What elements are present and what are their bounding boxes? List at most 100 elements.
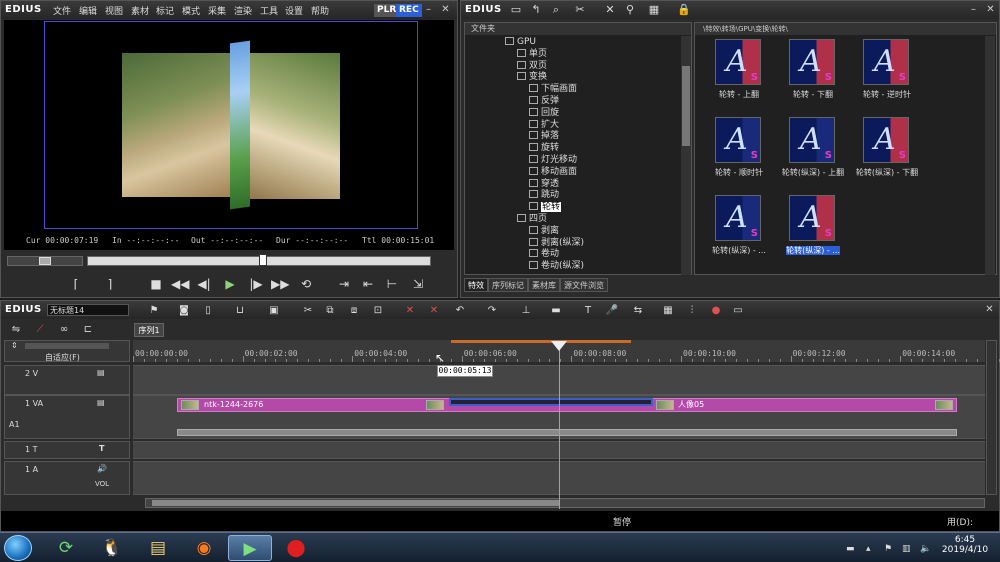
next-frame-icon[interactable]: |▶: [247, 276, 265, 292]
tab-effects[interactable]: 特效: [464, 278, 488, 292]
menu-tools[interactable]: 工具: [260, 4, 278, 17]
menu-view[interactable]: 视图: [105, 4, 123, 17]
tree-item[interactable]: 四页: [517, 214, 547, 225]
close-icon[interactable]: ✕: [984, 4, 997, 17]
new-file-icon[interactable]: ▯: [201, 304, 215, 317]
position-thumb[interactable]: [259, 254, 267, 266]
track-toggle-icon[interactable]: ▤: [97, 398, 105, 407]
tree-scroll-thumb[interactable]: [682, 66, 690, 146]
new-sequence-icon[interactable]: ⚑: [147, 304, 161, 317]
up-folder-icon[interactable]: ↰: [529, 3, 543, 17]
paste-icon[interactable]: ⧈: [347, 304, 361, 317]
title-track-icon[interactable]: T: [99, 444, 104, 453]
tree-item[interactable]: 掉落: [529, 131, 559, 142]
set-out-icon[interactable]: ⌉: [101, 276, 119, 292]
tab-sequence-1[interactable]: 序列1: [134, 323, 164, 337]
insert-icon[interactable]: ⇥: [335, 276, 353, 292]
rec-button[interactable]: REC: [396, 4, 422, 17]
auto-fit-label[interactable]: 自适应(F): [45, 352, 80, 363]
shuttle-thumb[interactable]: [39, 257, 51, 265]
track-mode-icon[interactable]: ⇋: [9, 323, 23, 336]
start-button-icon[interactable]: [4, 535, 32, 561]
folder-icon[interactable]: ▭: [509, 3, 523, 17]
tray-volume-icon[interactable]: 🔈: [920, 544, 931, 554]
cut-icon[interactable]: ✂: [573, 3, 587, 17]
audio-patch-icon[interactable]: A1: [9, 420, 20, 429]
track-toggle-icon[interactable]: ▤: [97, 368, 105, 377]
taskbar-refresh-app[interactable]: ⟳: [44, 535, 88, 561]
tab-source-browser[interactable]: 源文件浏览: [560, 278, 608, 292]
speaker-icon[interactable]: 🔊: [97, 464, 107, 473]
hscroll-thumb[interactable]: [152, 500, 560, 506]
tray-network-icon[interactable]: ▥: [902, 544, 911, 554]
taskbar-explorer[interactable]: ▤: [136, 535, 180, 561]
minimize-icon[interactable]: –: [422, 4, 435, 17]
tray-arrow-icon[interactable]: ▴: [866, 544, 871, 554]
export-icon[interactable]: ⇆: [631, 304, 645, 317]
redo-icon[interactable]: ↷: [485, 304, 499, 317]
clock[interactable]: 6:45 2019/4/10: [938, 535, 992, 555]
minimize-icon[interactable]: –: [967, 4, 980, 17]
properties-icon[interactable]: ⚲: [623, 3, 637, 17]
scrub-bar[interactable]: [7, 254, 453, 268]
tree-item[interactable]: 剥离: [529, 225, 559, 237]
tree-item[interactable]: 卷动(纵深): [529, 261, 584, 272]
output-icon[interactable]: ⇲: [409, 276, 427, 292]
delete-icon[interactable]: ✕: [403, 304, 417, 317]
menu-edit[interactable]: 编辑: [79, 4, 97, 17]
tree-item[interactable]: 卷动: [529, 249, 559, 260]
menu-settings[interactable]: 设置: [285, 4, 303, 17]
menu-capture[interactable]: 采集: [208, 4, 226, 17]
cut-icon[interactable]: ✂: [301, 304, 315, 317]
effect-item[interactable]: A S 轮转(纵深) - ...: [703, 195, 775, 269]
layout-icon[interactable]: ▭: [731, 304, 745, 317]
effect-item[interactable]: A S 轮转 - 上翻: [703, 39, 775, 113]
microphone-icon[interactable]: 🎤: [605, 304, 619, 317]
copy-icon[interactable]: ⧉: [323, 304, 337, 317]
rewind-icon[interactable]: ◀◀: [171, 276, 189, 292]
close-icon[interactable]: ✕: [983, 304, 996, 317]
set-in-icon[interactable]: ⌈: [67, 276, 85, 292]
menu-mode[interactable]: 模式: [182, 4, 200, 17]
undo-icon[interactable]: ↶: [453, 304, 467, 317]
ripple-icon[interactable]: ⟋: [33, 323, 47, 336]
audio-clip-bar[interactable]: [177, 429, 957, 436]
volume-label[interactable]: VOL: [95, 480, 109, 488]
delete-icon[interactable]: ✕: [603, 3, 617, 17]
taskbar-recorder[interactable]: ⬤: [274, 535, 318, 561]
replace-icon[interactable]: ⊡: [371, 304, 385, 317]
tree-item[interactable]: 轮转: [529, 202, 562, 213]
link-icon[interactable]: ∞: [57, 323, 71, 336]
text-tool-icon[interactable]: T: [581, 304, 595, 317]
menu-file[interactable]: 文件: [53, 4, 71, 17]
effect-item[interactable]: A S 轮转(纵深) - 下翻: [851, 117, 923, 191]
menu-render[interactable]: 渲染: [234, 4, 252, 17]
tree-item[interactable]: 旋转: [529, 143, 559, 154]
tray-flag-icon[interactable]: ⚑: [884, 544, 892, 554]
tree-item[interactable]: 单页: [517, 48, 547, 60]
tree-item[interactable]: 灯光移动: [529, 155, 577, 166]
mixer-icon[interactable]: ⫶: [685, 304, 699, 317]
ripple-delete-icon[interactable]: ✕: [427, 304, 441, 317]
capture-icon[interactable]: ◙: [177, 304, 191, 317]
trim-icon[interactable]: ⊢: [383, 276, 401, 292]
fast-forward-icon[interactable]: ▶▶: [271, 276, 289, 292]
loop-icon[interactable]: ⟲: [297, 276, 315, 292]
tree-item[interactable]: 反弹: [529, 96, 559, 107]
menu-help[interactable]: 帮助: [311, 4, 329, 17]
record-icon[interactable]: ●: [709, 304, 723, 317]
tree-scrollbar[interactable]: [681, 36, 691, 275]
multicam-icon[interactable]: ▦: [661, 304, 675, 317]
tree-item[interactable]: 回旋: [529, 107, 559, 119]
effect-item[interactable]: A S 轮转 - 下翻: [777, 39, 849, 113]
search-icon[interactable]: ⌕: [549, 3, 563, 17]
transition-clip[interactable]: [449, 398, 653, 406]
overwrite-icon[interactable]: ⇤: [359, 276, 377, 292]
marker-icon[interactable]: ▬: [549, 304, 563, 317]
split-icon[interactable]: ⊥: [519, 304, 533, 317]
menu-clip[interactable]: 素材: [131, 4, 149, 17]
open-icon[interactable]: ⊔: [233, 304, 247, 317]
tab-bin[interactable]: 素材库: [528, 278, 560, 292]
effect-item[interactable]: A S 轮转(纵深) - ...: [777, 195, 849, 269]
effect-item[interactable]: A S 轮转(纵深) - 上翻: [777, 117, 849, 191]
